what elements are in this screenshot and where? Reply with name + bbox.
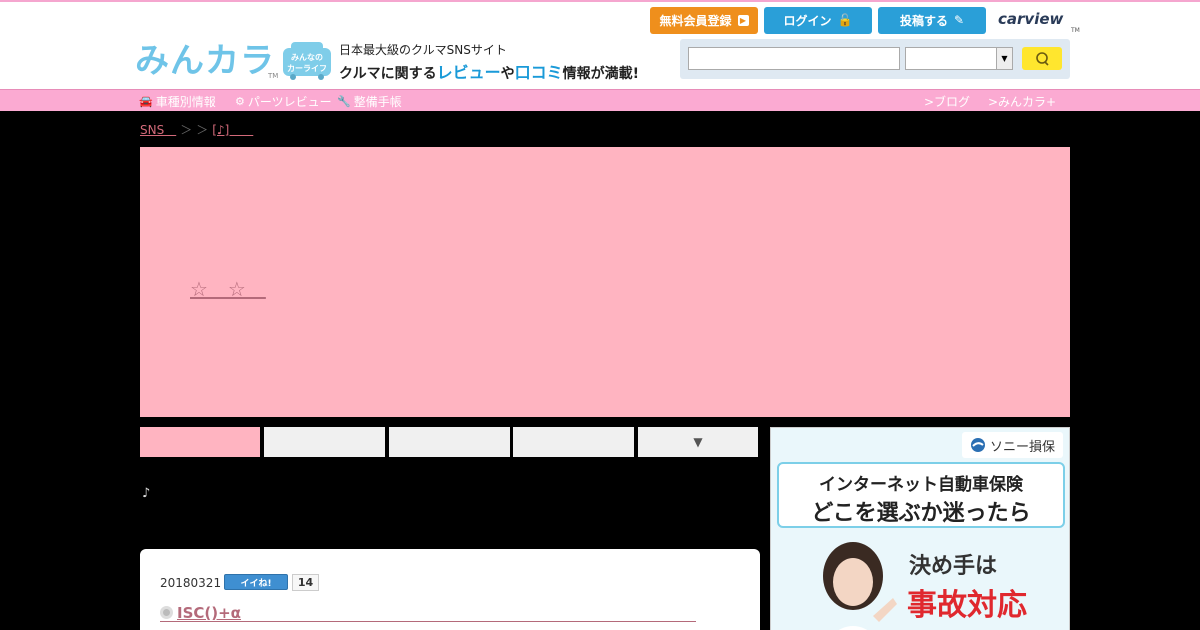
tagline-kuchikomi: 口コミ bbox=[514, 63, 563, 82]
login-label: ログイン bbox=[783, 14, 832, 28]
nav-item-cars[interactable]: 🚘 車種別情報 bbox=[139, 93, 216, 110]
ad-line3: 決め手は bbox=[909, 554, 998, 579]
ad-line1: インターネット自動車保険 bbox=[819, 475, 1023, 495]
logo-trademark: TM bbox=[268, 72, 279, 80]
site-logo[interactable]: みんカラ bbox=[135, 40, 275, 82]
carview-trademark: TM bbox=[1071, 27, 1080, 34]
ad-brand: ソニー損保 bbox=[961, 432, 1063, 458]
sony-insurance-logo-icon bbox=[970, 438, 985, 452]
blog-title-link[interactable]: ☆ ☆ bbox=[190, 273, 266, 302]
register-button[interactable]: 無料会員登録 ▶ bbox=[650, 7, 758, 34]
blog-post-card: 20180321 イイね! 14 ISC()+α bbox=[140, 549, 760, 630]
ad-line2: どこを選ぶか迷ったら bbox=[811, 501, 1031, 526]
search-input[interactable] bbox=[688, 47, 900, 70]
tab-more[interactable]: ▼ bbox=[638, 427, 758, 457]
logo-text: みんカラ bbox=[135, 41, 275, 81]
main-nav: 🚘 車種別情報 ⚙ パーツレビュー 🔧 整備手帳 >ブログ >みんカラ+ bbox=[0, 89, 1200, 111]
tagline-part-c: や bbox=[500, 66, 515, 82]
blog-description: ♪ bbox=[142, 486, 151, 501]
carview-logo[interactable]: carview bbox=[998, 10, 1063, 28]
breadcrumb-separator: ＞ bbox=[196, 123, 209, 137]
tagline-review: レビュー bbox=[436, 63, 501, 82]
breadcrumb-sns[interactable]: SNS bbox=[140, 121, 176, 138]
nav-item-minkara-plus[interactable]: >みんカラ+ bbox=[988, 93, 1056, 110]
post-title-text: ISC()+α bbox=[177, 603, 241, 622]
car-life-badge: みんなの カーライフ bbox=[283, 42, 331, 80]
tab-1[interactable] bbox=[140, 427, 260, 457]
register-label: 無料会員登録 bbox=[659, 14, 732, 28]
nav-item-label: 車種別情報 bbox=[155, 95, 216, 109]
post-title[interactable]: ISC()+α bbox=[160, 604, 696, 622]
nav-item-label: パーツレビュー bbox=[247, 95, 332, 109]
nav-item-blog[interactable]: >ブログ bbox=[924, 93, 970, 110]
search-category-select[interactable]: ▼ bbox=[905, 47, 1013, 70]
post-date: 20180321 bbox=[160, 576, 222, 590]
chevron-down-icon: ▼ bbox=[996, 48, 1012, 69]
badge-line2: カーライフ bbox=[287, 64, 327, 73]
tagline-primary: 日本最大級のクルマSNSサイト bbox=[339, 43, 507, 57]
ad-brand-name: ソニー損保 bbox=[989, 439, 1055, 455]
tab-4[interactable] bbox=[513, 427, 634, 457]
ad-person-image bbox=[823, 542, 897, 630]
breadcrumb: SNS ＞ ＞ [♪] bbox=[140, 121, 253, 138]
blog-hero-banner: ☆ ☆ bbox=[140, 147, 1070, 417]
sidebar-ad[interactable]: ソニー損保 インターネット自動車保険 どこを選ぶか迷ったら 決め手は 事故対応 bbox=[770, 427, 1070, 630]
post-label: 投稿する bbox=[899, 14, 948, 28]
wrench-icon: 🔧 bbox=[337, 95, 351, 108]
car-icon: 🚘 bbox=[139, 95, 153, 108]
ad-line4: 事故対応 bbox=[907, 588, 1027, 623]
parts-icon: ⚙ bbox=[235, 95, 245, 108]
post-button[interactable]: 投稿する ✎ bbox=[878, 7, 986, 34]
nav-item-label: 整備手帳 bbox=[353, 95, 402, 109]
tab-3[interactable] bbox=[389, 427, 510, 457]
search-panel: ▼ bbox=[680, 39, 1070, 79]
site-header: みんカラ TM みんなの カーライフ 日本最大級のクルマSNSサイト クルマに関… bbox=[0, 2, 1200, 89]
pencil-icon: ✎ bbox=[953, 13, 965, 27]
iine-button[interactable]: イイね! bbox=[224, 574, 288, 590]
bullet-icon bbox=[160, 606, 173, 619]
breadcrumb-current[interactable]: [♪] bbox=[212, 121, 253, 138]
unlock-icon: 🔓 bbox=[837, 13, 853, 27]
breadcrumb-separator: ＞ bbox=[180, 123, 193, 137]
nav-item-parts[interactable]: ⚙ パーツレビュー bbox=[235, 93, 332, 110]
login-button[interactable]: ログイン 🔓 bbox=[764, 7, 872, 34]
ad-headline: インターネット自動車保険 どこを選ぶか迷ったら bbox=[777, 462, 1065, 528]
search-button[interactable] bbox=[1022, 47, 1062, 70]
tagline-secondary: クルマに関するレビューや口コミ情報が満載! bbox=[339, 59, 639, 83]
tab-2[interactable] bbox=[264, 427, 385, 457]
play-icon: ▶ bbox=[737, 15, 749, 26]
nav-item-maintenance[interactable]: 🔧 整備手帳 bbox=[337, 93, 402, 110]
search-icon bbox=[1036, 51, 1049, 66]
badge-line1: みんなの bbox=[291, 53, 323, 62]
iine-count: 14 bbox=[292, 574, 319, 591]
tagline-part-a: クルマに関する bbox=[339, 66, 437, 82]
tagline-part-e: 情報が満載! bbox=[562, 66, 640, 82]
